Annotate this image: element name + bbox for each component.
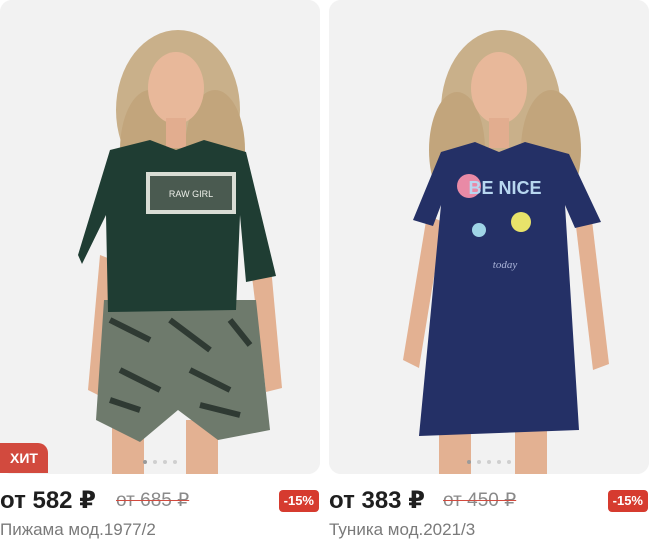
carousel-dot[interactable] xyxy=(173,460,177,464)
product-image[interactable]: RAW GIRL xyxy=(0,0,320,474)
product-card[interactable]: RAW GIRL ХИТ от 582 ₽ от 685 ₽ -15% Пижа… xyxy=(0,0,320,542)
image-carousel-dots[interactable] xyxy=(329,460,649,464)
product-image[interactable]: BE NICE today xyxy=(329,0,649,474)
carousel-dot[interactable] xyxy=(507,460,511,464)
product-card[interactable]: BE NICE today от 383 ₽ от 450 ₽ -15% Тун… xyxy=(329,0,649,542)
print-text: RAW GIRL xyxy=(169,189,213,199)
discount-badge: -15% xyxy=(278,490,319,512)
carousel-dot[interactable] xyxy=(163,460,167,464)
product-title[interactable]: Пижама мод.1977/2 xyxy=(0,518,156,542)
print-text: BE NICE xyxy=(468,178,541,198)
carousel-dot[interactable] xyxy=(467,460,471,464)
carousel-dot[interactable] xyxy=(487,460,491,464)
discount-badge: -15% xyxy=(607,490,648,512)
print-subtext: today xyxy=(493,259,518,271)
current-price: от 582 ₽ xyxy=(0,487,96,514)
carousel-dot[interactable] xyxy=(153,460,157,464)
carousel-dot[interactable] xyxy=(497,460,501,464)
current-price: от 383 ₽ xyxy=(329,487,425,514)
tunic-photo: BE NICE today xyxy=(329,0,649,474)
old-price: от 685 ₽ xyxy=(116,490,190,511)
price-row: от 582 ₽ от 685 ₽ -15% xyxy=(0,485,320,517)
carousel-dot[interactable] xyxy=(143,460,147,464)
product-title[interactable]: Туника мод.2021/3 xyxy=(329,518,475,542)
carousel-dot[interactable] xyxy=(477,460,481,464)
pajama-photo: RAW GIRL xyxy=(0,0,320,474)
price-row: от 383 ₽ от 450 ₽ -15% xyxy=(329,485,649,517)
old-price: от 450 ₽ xyxy=(443,490,517,511)
image-carousel-dots[interactable] xyxy=(0,460,320,464)
hit-badge: ХИТ xyxy=(0,443,48,473)
